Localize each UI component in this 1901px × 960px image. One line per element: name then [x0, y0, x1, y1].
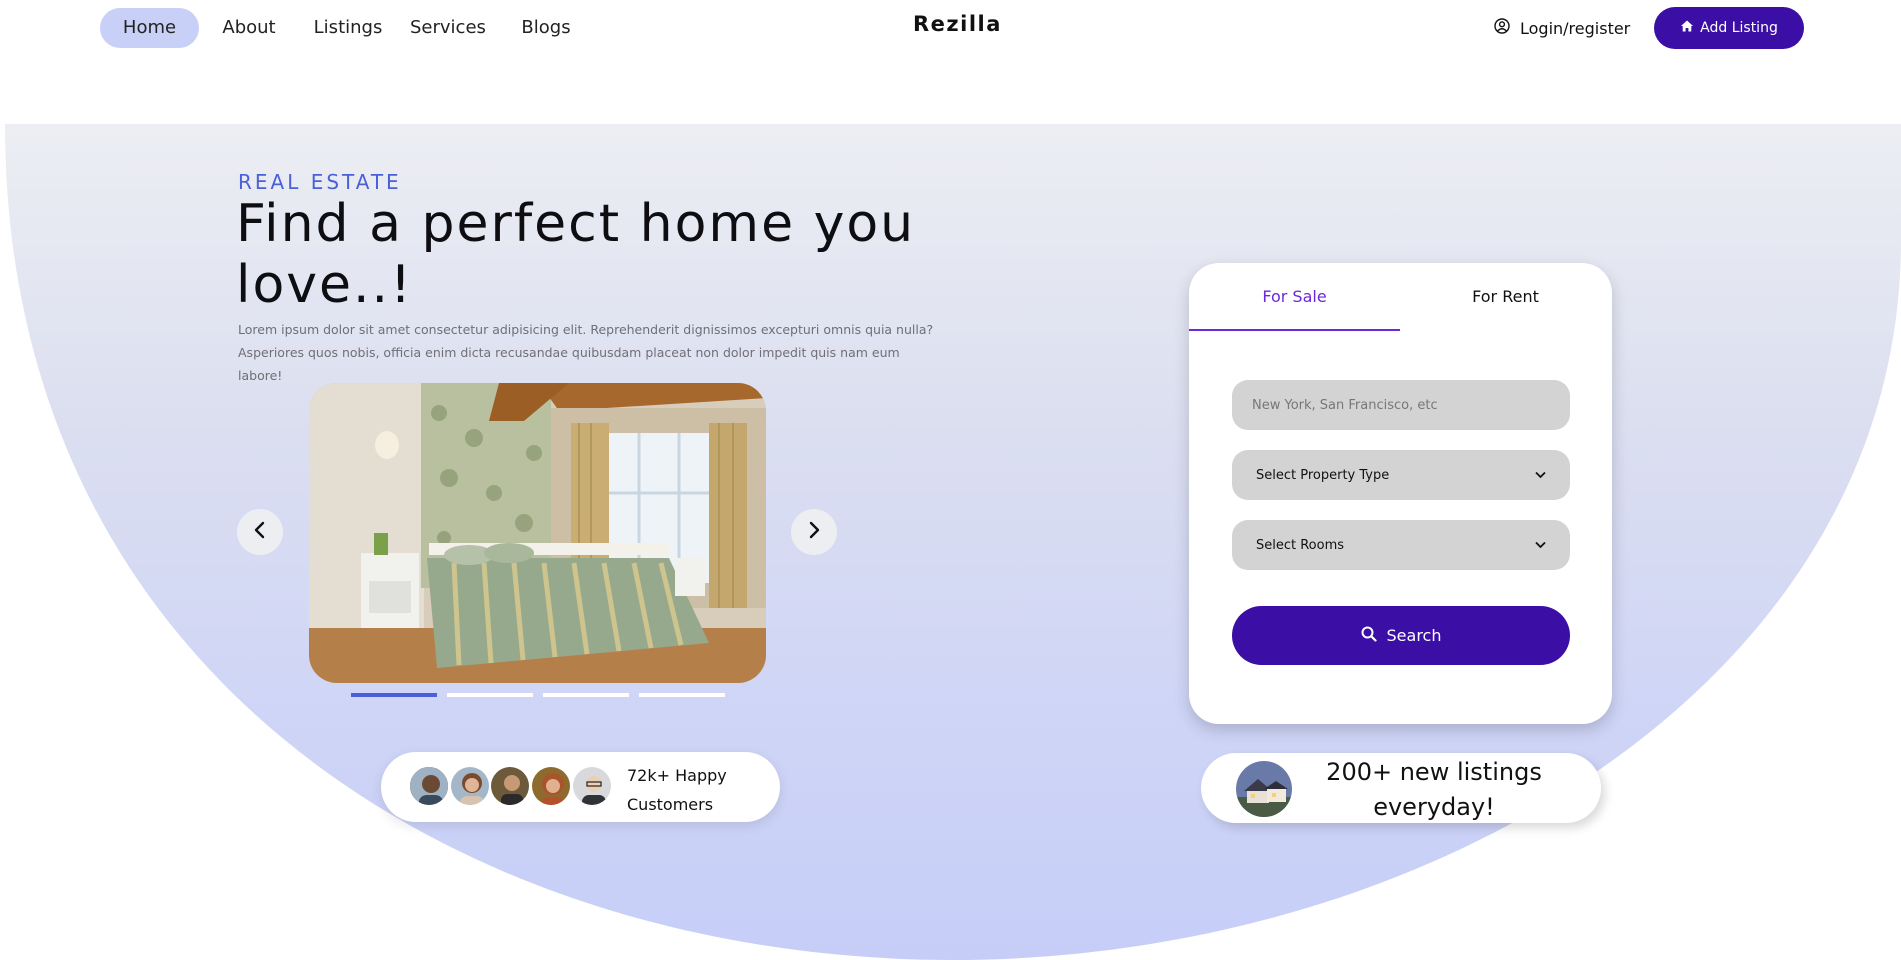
- login-register-label: Login/register: [1520, 18, 1631, 38]
- hero-title: Find a perfect home you love..!: [236, 194, 916, 315]
- carousel-dot-2[interactable]: [447, 693, 533, 697]
- login-register-link[interactable]: Login/register: [1494, 14, 1630, 42]
- add-listing-label: Add Listing: [1700, 20, 1778, 36]
- carousel-slide-image: [309, 383, 766, 683]
- chevron-left-icon: [253, 521, 267, 543]
- hero-eyebrow: REAL ESTATE: [238, 170, 402, 194]
- top-nav: Home About Listings Services Blogs Rezil…: [0, 0, 1901, 56]
- avatar: [571, 765, 613, 807]
- carousel-next-button[interactable]: [791, 509, 837, 555]
- happy-customers-label: 72k+ Happy Customers: [627, 766, 727, 814]
- rooms-select[interactable]: Select Rooms: [1232, 520, 1570, 570]
- carousel-dot-1[interactable]: [351, 693, 437, 697]
- happy-customers-badge: 72k+ Happy Customers: [381, 752, 780, 822]
- hero-description: Lorem ipsum dolor sit amet consectetur a…: [238, 322, 934, 383]
- search-button[interactable]: Search: [1232, 606, 1570, 665]
- tab-for-sale[interactable]: For Sale: [1189, 263, 1400, 331]
- avatar: [489, 765, 531, 807]
- property-search-card: For Sale For Rent New York, San Francisc…: [1189, 263, 1612, 724]
- nav-blogs[interactable]: Blogs: [520, 8, 572, 48]
- property-type-select[interactable]: Select Property Type: [1232, 450, 1570, 500]
- carousel-indicators: [351, 693, 725, 697]
- tab-for-rent[interactable]: For Rent: [1400, 263, 1611, 331]
- user-circle-icon: [1494, 18, 1510, 38]
- avatar: [449, 765, 491, 807]
- search-button-label: Search: [1386, 626, 1442, 645]
- carousel-dot-4[interactable]: [639, 693, 725, 697]
- home-icon: [1680, 19, 1694, 37]
- search-icon: [1361, 626, 1377, 646]
- new-listings-label: 200+ new listings everyday!: [1326, 758, 1542, 821]
- chevron-down-icon: [1535, 468, 1546, 483]
- brand-logo[interactable]: Rezilla: [913, 12, 1002, 36]
- nav-services[interactable]: Services: [410, 8, 486, 48]
- avatar: [530, 765, 572, 807]
- chevron-right-icon: [807, 521, 821, 543]
- new-listings-badge: 200+ new listings everyday!: [1201, 753, 1601, 823]
- nav-listings[interactable]: Listings: [312, 8, 384, 48]
- carousel-dot-3[interactable]: [543, 693, 629, 697]
- location-input-placeholder: New York, San Francisco, etc: [1252, 397, 1438, 413]
- nav-home[interactable]: Home: [100, 8, 199, 48]
- house-thumbnail: [1236, 761, 1292, 817]
- carousel-prev-button[interactable]: [237, 509, 283, 555]
- rooms-value: Select Rooms: [1256, 537, 1345, 553]
- chevron-down-icon: [1535, 538, 1546, 553]
- add-listing-button[interactable]: Add Listing: [1654, 7, 1804, 49]
- nav-about[interactable]: About: [219, 8, 279, 48]
- property-type-value: Select Property Type: [1256, 467, 1390, 483]
- avatar: [408, 765, 450, 807]
- location-input[interactable]: New York, San Francisco, etc: [1232, 380, 1570, 430]
